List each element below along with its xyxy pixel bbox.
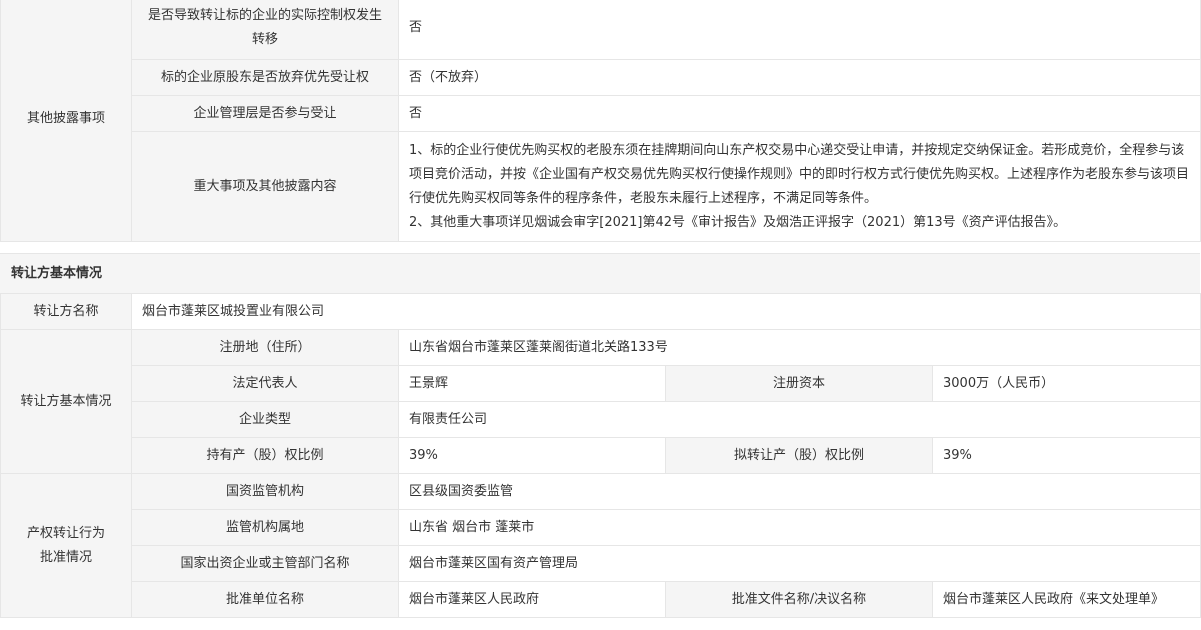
table-row: 转让方基本情况 注册地（住所） 山东省烟台市蓬莱区蓬莱阁街道北关路133号: [0, 329, 1201, 474]
address-value: 山东省烟台市蓬莱区蓬莱阁街道北关路133号: [397, 329, 1201, 366]
table-row: 其他披露事项 是否导致转让标的企业的实际控制权发生转移 否: [0, 0, 1201, 242]
table-row: 标的企业原股东是否放弃优先受让权 否（不放弃）: [1, 59, 1201, 96]
table-row: 企业管理层是否参与受让 否: [1, 95, 1201, 132]
company-type-value: 有限责任公司: [397, 401, 1201, 438]
table-row: 企业类型 有限责任公司: [1, 401, 1201, 438]
approval-group-label: 产权转让行为 批准情况: [0, 473, 132, 618]
planned-transfer-ratio-label: 拟转让产（股）权比例: [665, 437, 933, 474]
table-row: 持有产（股）权比例 39% 拟转让产（股）权比例 39%: [1, 437, 1201, 474]
regulator-label: 国资监管机构: [131, 473, 399, 510]
table-row: 转让方名称 烟台市蓬莱区城投置业有限公司: [0, 293, 1201, 330]
competent-dept-label: 国家出资企业或主管部门名称: [131, 545, 399, 582]
regulator-location-value: 山东省 烟台市 蓬莱市: [397, 509, 1201, 546]
transferor-name-value: 烟台市蓬莱区城投置业有限公司: [130, 293, 1201, 330]
registered-capital-label: 注册资本: [665, 365, 933, 402]
competent-dept-value: 烟台市蓬莱区国有资产管理局: [397, 545, 1201, 582]
major-matters-label: 重大事项及其他披露内容: [131, 131, 399, 242]
table-row: 重大事项及其他披露内容 1、标的企业行使优先购买权的老股东须在挂牌期间向山东产权…: [1, 131, 1201, 242]
company-type-label: 企业类型: [131, 401, 399, 438]
major-matters-line-1: 1、标的企业行使优先购买权的老股东须在挂牌期间向山东产权交易中心递交受让申请，并…: [409, 142, 1190, 206]
transferor-section-title: 转让方基本情况: [0, 253, 1200, 293]
other-disclosures-table: 其他披露事项 是否导致转让标的企业的实际控制权发生转移 否 标的企业原股东是否放…: [0, 0, 1201, 242]
major-matters-line-2: 2、其他重大事项详见烟诚会审字[2021]第42号《审计报告》及烟浩正评报字（2…: [409, 214, 1067, 230]
preemptive-right-value: 否（不放弃）: [398, 59, 1201, 96]
approval-document-label: 批准文件名称/决议名称: [665, 581, 933, 618]
planned-transfer-ratio-value: 39%: [931, 437, 1201, 474]
control-change-label: 是否导致转让标的企业的实际控制权发生转移: [131, 0, 399, 60]
holding-ratio-label: 持有产（股）权比例: [131, 437, 399, 474]
transferor-basic-group-label: 转让方基本情况: [0, 329, 132, 474]
table-row: 国家出资企业或主管部门名称 烟台市蓬莱区国有资产管理局: [1, 545, 1201, 582]
table-row: 法定代表人 王景辉 注册资本 3000万（人民币）: [1, 365, 1201, 402]
major-matters-value: 1、标的企业行使优先购买权的老股东须在挂牌期间向山东产权交易中心递交受让申请，并…: [398, 131, 1201, 242]
address-label: 注册地（住所）: [131, 329, 399, 366]
legal-rep-value: 王景辉: [398, 365, 666, 402]
table-row: 批准单位名称 烟台市蓬莱区人民政府 批准文件名称/决议名称 烟台市蓬莱区人民政府…: [1, 581, 1201, 618]
management-participation-label: 企业管理层是否参与受让: [131, 95, 399, 132]
approval-group-label-line-2: 批准情况: [39, 549, 92, 565]
table-row: 产权转让行为 批准情况 国资监管机构 区县级国资委监管: [0, 473, 1201, 618]
approval-unit-value: 烟台市蓬莱区人民政府: [398, 581, 666, 618]
disclosure-page: 其他披露事项 是否导致转让标的企业的实际控制权发生转移 否 标的企业原股东是否放…: [0, 0, 1201, 630]
approval-document-value: 烟台市蓬莱区人民政府《来文处理单》: [931, 581, 1201, 618]
control-change-value: 否: [398, 0, 1201, 60]
registered-capital-value: 3000万（人民币）: [931, 365, 1201, 402]
legal-rep-label: 法定代表人: [131, 365, 399, 402]
approval-unit-label: 批准单位名称: [131, 581, 399, 618]
table-row: 监管机构属地 山东省 烟台市 蓬莱市: [1, 509, 1201, 546]
other-disclosures-group-label: 其他披露事项: [0, 0, 132, 242]
holding-ratio-value: 39%: [398, 437, 666, 474]
regulator-location-label: 监管机构属地: [131, 509, 399, 546]
regulator-value: 区县级国资委监管: [397, 473, 1201, 510]
preemptive-right-label: 标的企业原股东是否放弃优先受让权: [131, 59, 399, 96]
approval-group-label-line-1: 产权转让行为: [26, 525, 105, 541]
management-participation-value: 否: [398, 95, 1201, 132]
transferor-name-label: 转让方名称: [0, 293, 132, 330]
transferor-table: 转让方名称 烟台市蓬莱区城投置业有限公司 转让方基本情况 注册地（住所） 山东省…: [0, 293, 1201, 618]
